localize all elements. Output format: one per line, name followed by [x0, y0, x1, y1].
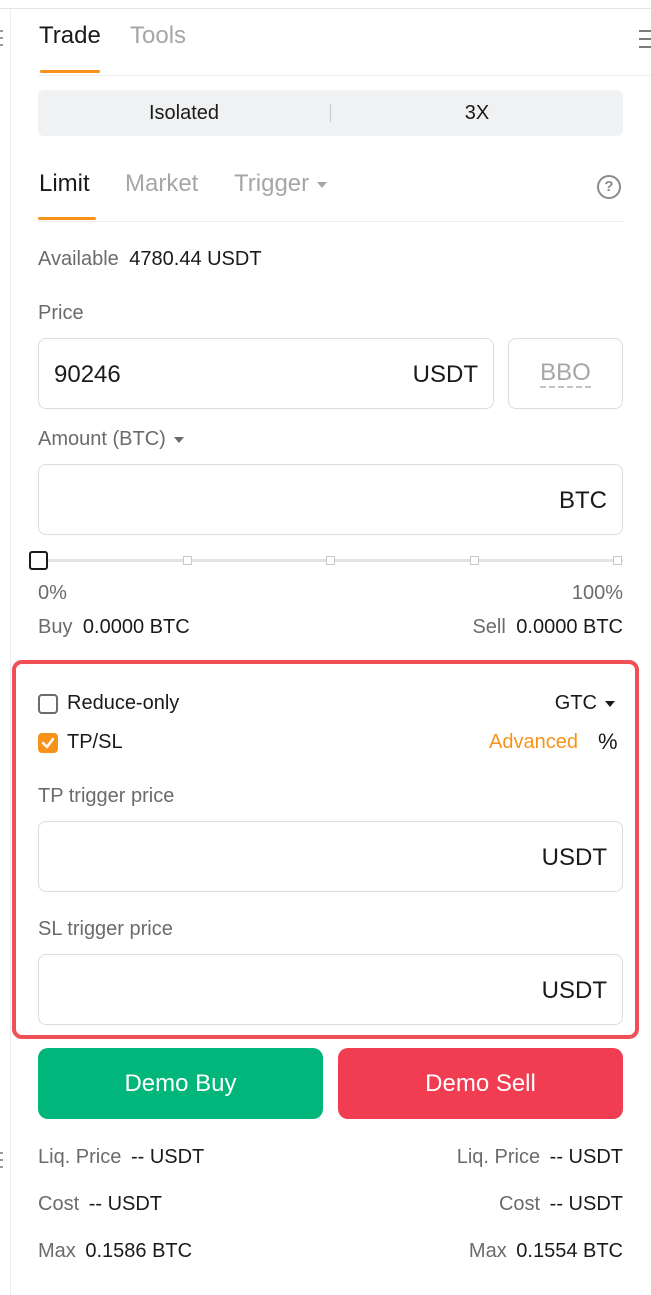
sl-unit: USDT [541, 977, 607, 1004]
tp-unit: USDT [541, 844, 607, 871]
liq-price-value: -- USDT [130, 1146, 205, 1168]
slider-stop-25[interactable] [183, 556, 192, 565]
sl-trigger-input[interactable]: USDT [38, 954, 623, 1025]
cost-value: -- USDT [88, 1193, 163, 1215]
sl-label: SL trigger price [38, 918, 173, 940]
demo-sell-button[interactable]: Demo Sell [338, 1048, 623, 1119]
price-input[interactable]: 90246 USDT [38, 338, 494, 409]
tab-limit-underline [38, 217, 96, 220]
slider-max-label: 100% [571, 582, 623, 604]
reduce-only-checkbox[interactable] [38, 694, 58, 714]
available-value: 4780.44 USDT [129, 248, 262, 270]
price-input-value: 90246 [54, 361, 121, 388]
cost-right: Cost -- USDT [499, 1193, 623, 1216]
liq-price-left: Liq. Price -- USDT [38, 1146, 204, 1169]
sell-qty-value: 0.0000 BTC [516, 616, 623, 638]
buy-qty-value: 0.0000 BTC [82, 616, 190, 638]
reduce-only-label: Reduce-only [67, 692, 180, 714]
top-border [0, 8, 651, 9]
tif-value: GTC [554, 692, 597, 714]
tab-tools[interactable]: Tools [130, 22, 186, 50]
left-resize-handle-lower[interactable] [0, 1152, 4, 1168]
chevron-down-icon [605, 700, 615, 707]
tab-trade[interactable]: Trade [39, 22, 101, 50]
tab-limit[interactable]: Limit [39, 170, 90, 198]
tab-trigger[interactable]: Trigger [234, 170, 328, 198]
tpsl-label: TP/SL [67, 731, 123, 753]
tp-label: TP trigger price [38, 785, 175, 807]
chevron-down-icon [173, 436, 184, 443]
liq-price-right: Liq. Price -- USDT [457, 1146, 623, 1169]
tab-trade-underline [40, 70, 100, 73]
slider-min-label: 0% [38, 582, 67, 604]
order-tabs-separator [38, 221, 623, 222]
chevron-down-icon [317, 181, 328, 188]
max-value: 0.1586 BTC [85, 1240, 193, 1262]
tp-trigger-input[interactable]: USDT [38, 821, 623, 892]
demo-buy-button[interactable]: Demo Buy [38, 1048, 323, 1119]
advanced-link[interactable]: Advanced [489, 731, 578, 754]
slider-stop-75[interactable] [470, 556, 479, 565]
max-left: Max 0.1586 BTC [38, 1240, 192, 1263]
slider-stop-50[interactable] [326, 556, 335, 565]
margin-mode-button[interactable]: Isolated [38, 102, 330, 125]
sell-qty-label: Sell [472, 616, 506, 638]
bbo-label: BBO [540, 358, 591, 388]
max-right: Max 0.1554 BTC [469, 1240, 623, 1263]
leverage-button[interactable]: 3X [331, 102, 623, 125]
menu-icon[interactable] [639, 30, 651, 48]
bbo-button[interactable]: BBO [508, 338, 623, 409]
tif-selector[interactable]: GTC [555, 692, 615, 715]
cost-left: Cost -- USDT [38, 1193, 162, 1216]
available-row: Available 4780.44 USDT [38, 248, 262, 271]
cost-label: Cost [38, 1193, 80, 1215]
tabs-separator [38, 75, 651, 76]
max-label: Max [38, 1240, 76, 1262]
help-icon[interactable]: ? [597, 175, 621, 199]
amount-unit: BTC [559, 487, 607, 514]
tab-market[interactable]: Market [125, 170, 198, 198]
liq-price-label: Liq. Price [456, 1146, 541, 1168]
tab-trigger-label: Trigger [234, 170, 310, 197]
max-label: Max [468, 1240, 507, 1262]
cost-label: Cost [498, 1193, 541, 1215]
sell-qty-row: Sell 0.0000 BTC [472, 616, 623, 639]
amount-input[interactable]: BTC [38, 464, 623, 535]
liq-price-label: Liq. Price [38, 1146, 122, 1168]
cost-value: -- USDT [549, 1193, 623, 1215]
amount-label: Amount (BTC) [38, 428, 166, 450]
liq-price-value: -- USDT [549, 1146, 623, 1168]
amount-unit-selector[interactable]: Amount (BTC) [38, 428, 184, 451]
amount-slider-thumb[interactable] [29, 551, 48, 570]
slider-stop-100[interactable] [613, 556, 622, 565]
percent-icon[interactable]: % [598, 729, 618, 755]
buy-qty-row: Buy 0.0000 BTC [38, 616, 190, 639]
price-unit: USDT [412, 361, 478, 388]
tpsl-checkbox[interactable] [38, 733, 58, 753]
available-label: Available [38, 248, 119, 270]
max-value: 0.1554 BTC [516, 1240, 623, 1262]
left-resize-handle[interactable] [0, 30, 4, 46]
price-label: Price [38, 302, 84, 324]
margin-mode-bar: Isolated 3X [38, 90, 623, 136]
check-icon [41, 737, 55, 749]
panel-left-border [10, 8, 11, 1295]
buy-qty-label: Buy [38, 616, 73, 638]
